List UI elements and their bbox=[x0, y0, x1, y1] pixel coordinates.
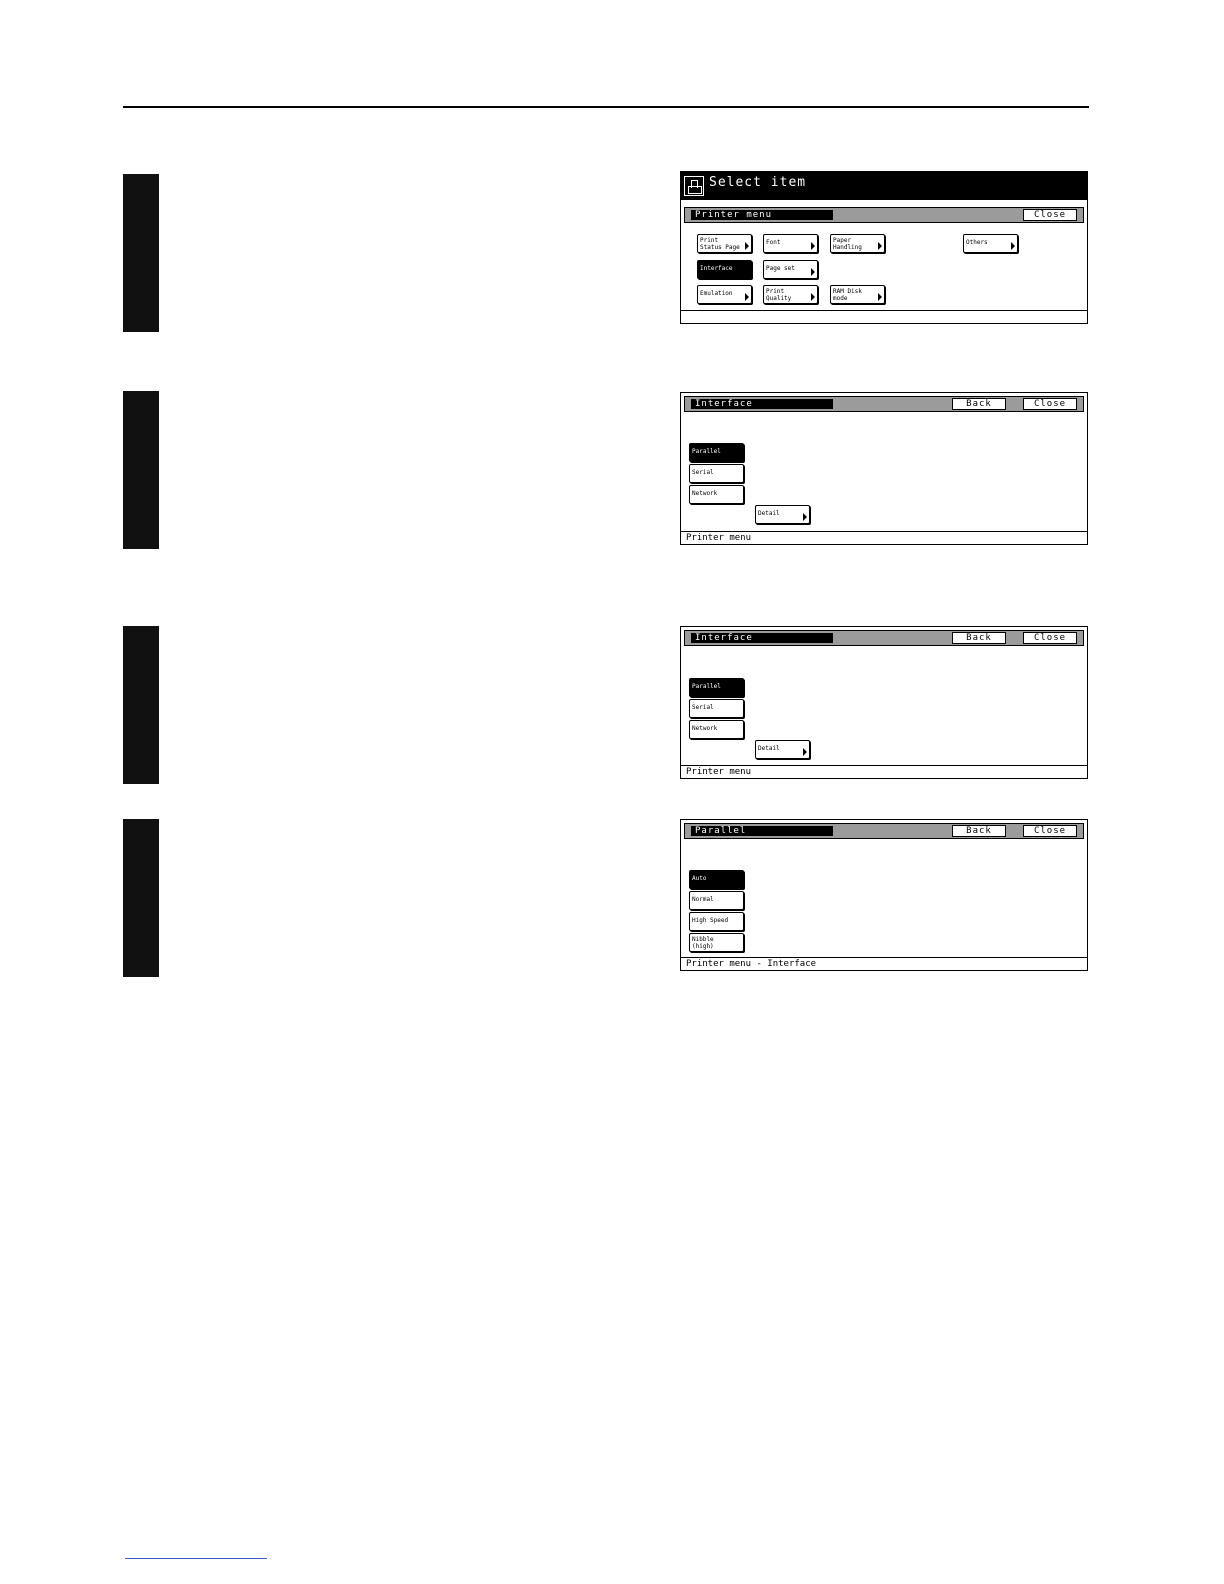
button-label: Page set bbox=[766, 265, 795, 272]
parallel-option[interactable]: Parallel bbox=[689, 678, 744, 697]
page-title: Interface bbox=[691, 633, 833, 643]
interface-screen-2: Interface Back Close Parallel Serial Net… bbox=[680, 626, 1088, 779]
button-label: Font bbox=[766, 239, 781, 246]
path-bar: Printer menu - Interface bbox=[681, 957, 1087, 970]
button-label: Emulation bbox=[700, 290, 733, 297]
option-label: Network bbox=[692, 490, 718, 497]
window-title: Select item bbox=[709, 175, 807, 190]
button-label: Paper Handling bbox=[833, 237, 862, 251]
back-button[interactable]: Back bbox=[952, 632, 1006, 644]
step-bar-4 bbox=[123, 819, 159, 977]
parallel-header: Parallel Back Close bbox=[684, 823, 1084, 839]
footer-rule bbox=[125, 1558, 267, 1559]
button-label: Interface bbox=[700, 265, 733, 272]
close-button[interactable]: Close bbox=[1023, 209, 1077, 221]
button-label: Print Status Page bbox=[700, 237, 740, 251]
arrow-right-icon bbox=[803, 513, 807, 521]
option-label: Nibble (high) bbox=[692, 936, 714, 950]
header-rule bbox=[123, 106, 1089, 108]
paper-handling-button[interactable]: Paper Handling bbox=[830, 234, 885, 253]
printer-icon bbox=[684, 176, 704, 196]
detail-button[interactable]: Detail bbox=[755, 740, 810, 759]
button-label: Detail bbox=[758, 510, 780, 517]
interface-header: Interface Back Close bbox=[684, 396, 1084, 412]
printer-menu-screen: Select item Printer menu Close Print Sta… bbox=[680, 171, 1088, 324]
serial-option[interactable]: Serial bbox=[689, 699, 744, 718]
page-title: Interface bbox=[691, 399, 833, 409]
close-button[interactable]: Close bbox=[1023, 825, 1077, 837]
path-bar: Printer menu bbox=[681, 765, 1087, 778]
arrow-right-icon bbox=[1011, 242, 1015, 250]
print-status-page-button[interactable]: Print Status Page bbox=[697, 234, 752, 253]
normal-option[interactable]: Normal bbox=[689, 891, 744, 910]
option-label: Serial bbox=[692, 704, 714, 711]
option-label: Serial bbox=[692, 469, 714, 476]
page-set-button[interactable]: Page set bbox=[763, 260, 818, 279]
ram-disk-mode-button[interactable]: RAM Disk mode bbox=[830, 285, 885, 304]
page-title: Parallel bbox=[691, 826, 833, 836]
option-label: Network bbox=[692, 725, 718, 732]
arrow-right-icon bbox=[878, 293, 882, 301]
arrow-right-icon bbox=[878, 242, 882, 250]
option-label: Parallel bbox=[692, 448, 721, 455]
close-button[interactable]: Close bbox=[1023, 398, 1077, 410]
option-label: High Speed bbox=[692, 917, 729, 924]
arrow-right-icon bbox=[811, 268, 815, 276]
network-option[interactable]: Network bbox=[689, 720, 744, 739]
high-speed-option[interactable]: High Speed bbox=[689, 912, 744, 931]
back-button[interactable]: Back bbox=[952, 825, 1006, 837]
path-bar bbox=[681, 310, 1087, 323]
arrow-right-icon bbox=[745, 242, 749, 250]
interface-button[interactable]: Interface bbox=[697, 260, 752, 279]
option-label: Parallel bbox=[692, 683, 721, 690]
arrow-right-icon bbox=[745, 293, 749, 301]
printer-menu-header: Printer menu Close bbox=[684, 207, 1084, 223]
auto-option[interactable]: Auto bbox=[689, 870, 744, 889]
arrow-right-icon bbox=[811, 293, 815, 301]
page-title: Printer menu bbox=[691, 210, 833, 220]
network-option[interactable]: Network bbox=[689, 485, 744, 504]
close-button[interactable]: Close bbox=[1023, 632, 1077, 644]
others-button[interactable]: Others bbox=[963, 234, 1018, 253]
step-bar-1 bbox=[123, 174, 159, 332]
detail-button[interactable]: Detail bbox=[755, 505, 810, 524]
step-bar-2 bbox=[123, 391, 159, 549]
path-bar: Printer menu bbox=[681, 531, 1087, 544]
emulation-button[interactable]: Emulation bbox=[697, 285, 752, 304]
button-label: RAM Disk mode bbox=[833, 288, 862, 302]
arrow-right-icon bbox=[811, 242, 815, 250]
arrow-right-icon bbox=[803, 748, 807, 756]
parallel-screen: Parallel Back Close Auto Normal High Spe… bbox=[680, 819, 1088, 971]
serial-option[interactable]: Serial bbox=[689, 464, 744, 483]
interface-screen-1: Interface Back Close Parallel Serial Net… bbox=[680, 392, 1088, 545]
back-button[interactable]: Back bbox=[952, 398, 1006, 410]
step-bar-3 bbox=[123, 626, 159, 784]
font-button[interactable]: Font bbox=[763, 234, 818, 253]
parallel-option[interactable]: Parallel bbox=[689, 443, 744, 462]
button-label: Detail bbox=[758, 745, 780, 752]
button-label: Print Quality bbox=[766, 288, 792, 302]
option-label: Normal bbox=[692, 896, 714, 903]
button-label: Others bbox=[966, 239, 988, 246]
select-item-bar: Select item bbox=[681, 172, 1087, 200]
interface-header: Interface Back Close bbox=[684, 630, 1084, 646]
nibble-high-option[interactable]: Nibble (high) bbox=[689, 933, 744, 952]
print-quality-button[interactable]: Print Quality bbox=[763, 285, 818, 304]
option-label: Auto bbox=[692, 875, 707, 882]
